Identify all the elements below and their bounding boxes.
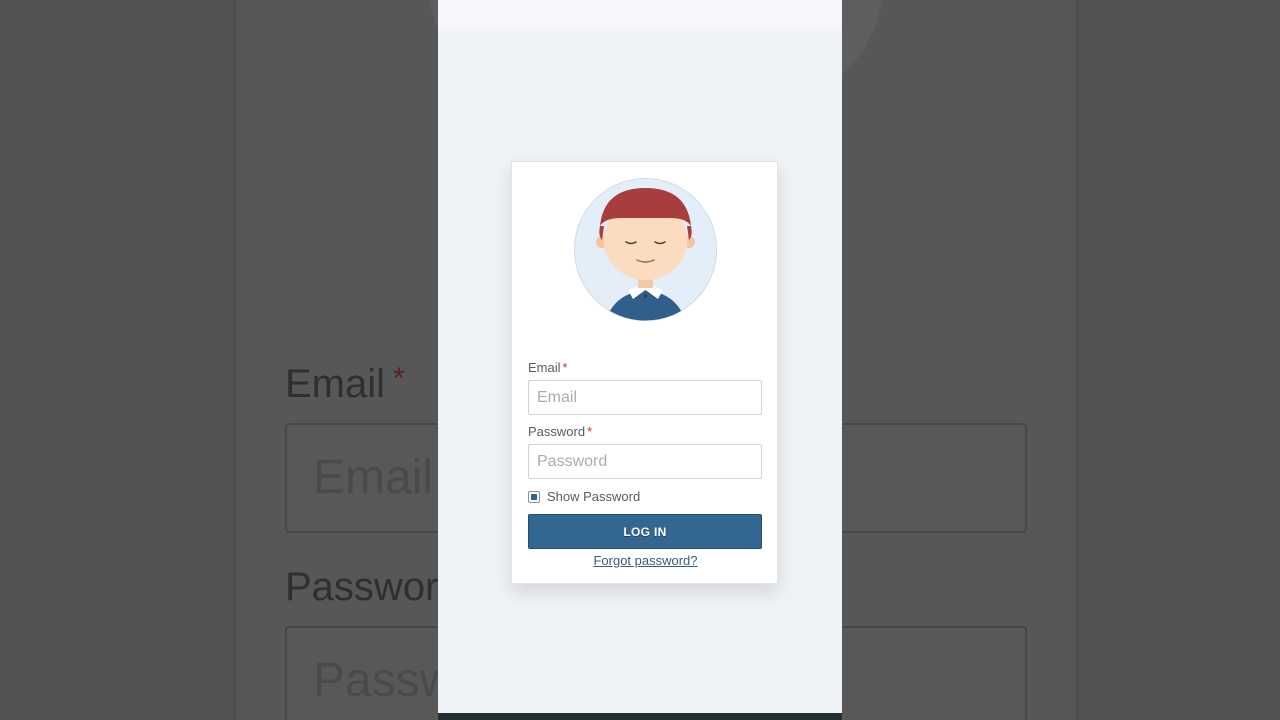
email-input[interactable] bbox=[528, 380, 762, 415]
top-bar bbox=[438, 0, 842, 31]
checkbox-check-icon bbox=[531, 493, 537, 500]
app-viewport: Email* Password* Show Password LOG IN Fo… bbox=[438, 0, 842, 720]
background-password-label: Passwor bbox=[285, 565, 439, 609]
forgot-password-link[interactable]: Forgot password? bbox=[512, 553, 779, 568]
show-password-checkbox[interactable] bbox=[528, 490, 540, 503]
login-card: Email* Password* Show Password LOG IN Fo… bbox=[511, 161, 778, 584]
bottom-bar bbox=[438, 713, 842, 720]
user-avatar-icon bbox=[574, 178, 717, 321]
password-input[interactable] bbox=[528, 444, 762, 479]
password-label: Password * bbox=[528, 424, 593, 439]
show-password-toggle[interactable]: Show Password bbox=[528, 489, 640, 504]
password-required-marker: * bbox=[587, 424, 593, 439]
background-email-label: Email * bbox=[285, 362, 405, 406]
show-password-label: Show Password bbox=[547, 489, 641, 504]
login-button[interactable]: LOG IN bbox=[528, 514, 762, 549]
email-label: Email * bbox=[528, 360, 568, 375]
email-required-marker: * bbox=[562, 360, 568, 375]
